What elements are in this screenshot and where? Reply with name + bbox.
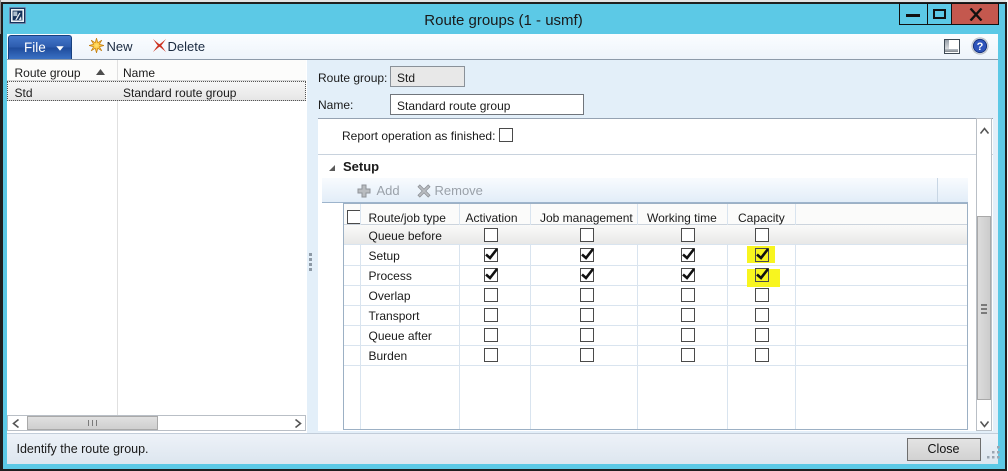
svg-text:?: ? <box>977 41 984 53</box>
